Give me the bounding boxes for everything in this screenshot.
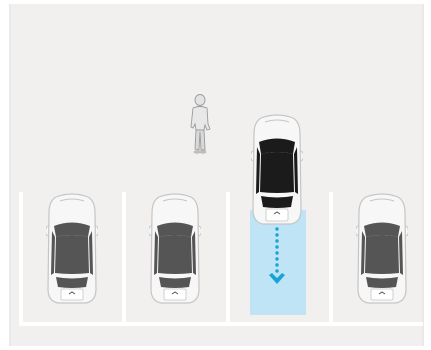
target-bay-highlight [250,210,306,315]
parked-car-icon [356,193,408,304]
parked-car-icon [149,193,201,304]
parked-car-icon [46,193,98,304]
parking-illustration: .c-body { fill: #f7f7f7; stroke: #c5c5c5… [0,0,431,350]
reversing-car-icon [251,114,303,225]
